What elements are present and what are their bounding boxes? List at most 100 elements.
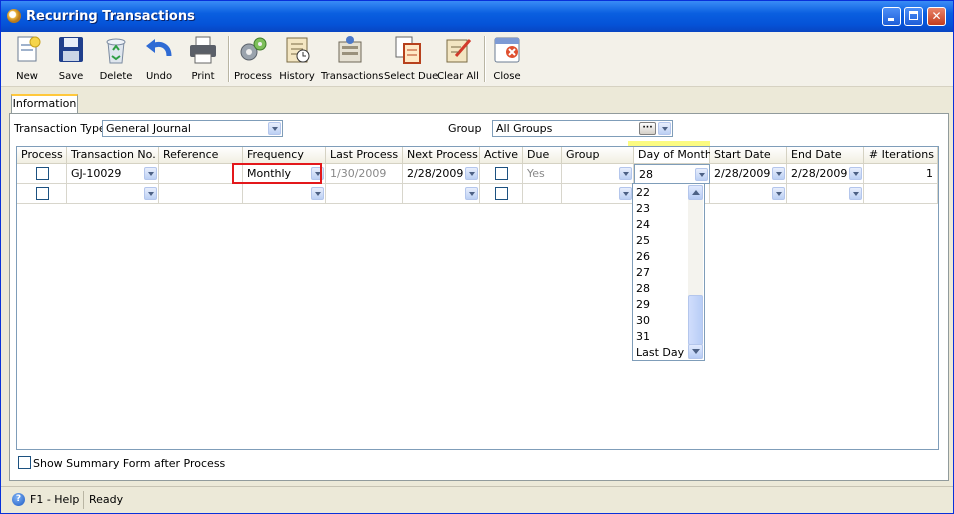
dropdown-option-last-day[interactable]: Last Day: [636, 346, 684, 359]
column-header-group[interactable]: Group: [562, 147, 634, 164]
printer-icon: [187, 34, 219, 66]
dropdown-option-26[interactable]: 26: [636, 250, 650, 263]
dropdown-option-27[interactable]: 27: [636, 266, 650, 279]
table-row-1-next-process[interactable]: 2/28/2009: [403, 164, 480, 184]
save-button[interactable]: Save: [51, 34, 91, 84]
chevron-down-icon[interactable]: [311, 187, 324, 200]
select-due-button[interactable]: Select Due: [384, 34, 438, 84]
column-header-active[interactable]: Active: [480, 147, 523, 164]
table-row-1-last-process: 1/30/2009: [326, 164, 403, 184]
transactions-button[interactable]: Transactions: [321, 34, 383, 84]
dropdown-option-28[interactable]: 28: [636, 282, 650, 295]
table-row-1-day-of-month[interactable]: 28: [634, 164, 710, 184]
dropdown-option-23[interactable]: 23: [636, 202, 650, 215]
table-row-2-end-date[interactable]: [787, 184, 864, 204]
select-due-icon: [392, 34, 424, 66]
maximize-button[interactable]: [904, 7, 923, 26]
chevron-down-icon[interactable]: [465, 167, 478, 180]
chevron-down-icon[interactable]: [268, 122, 281, 135]
chevron-down-icon[interactable]: [772, 167, 785, 180]
table-row-1-start-date[interactable]: 2/28/2009: [710, 164, 787, 184]
recurring-transactions-grid: Process Transaction No. Reference Freque…: [16, 146, 939, 450]
column-header-reference[interactable]: Reference: [159, 147, 243, 164]
scroll-thumb[interactable]: [688, 295, 703, 345]
column-header-day-of-month[interactable]: Day of Month: [634, 147, 712, 164]
tab-information[interactable]: Information: [11, 94, 78, 113]
chevron-down-icon[interactable]: [849, 187, 862, 200]
column-header-last-process[interactable]: Last Process: [326, 147, 403, 164]
close-button[interactable]: Close: [489, 34, 525, 84]
maximize-icon: [905, 8, 922, 25]
column-header-frequency[interactable]: Frequency: [243, 147, 326, 164]
dropdown-option-22[interactable]: 22: [636, 186, 650, 199]
day-of-month-dropdown[interactable]: 22 23 24 25 26 27 28 29 30 31 Last Day: [632, 183, 705, 361]
app-icon: [7, 9, 21, 23]
dropdown-option-25[interactable]: 25: [636, 234, 650, 247]
group-lookup-button[interactable]: ···: [639, 122, 656, 135]
scroll-up-icon[interactable]: [688, 185, 703, 200]
minimize-button[interactable]: [882, 7, 901, 26]
table-row-2-iterations[interactable]: [864, 184, 938, 204]
chevron-down-icon[interactable]: [695, 168, 708, 181]
table-row-2-reference[interactable]: [159, 184, 243, 204]
process-button[interactable]: Process: [232, 34, 274, 84]
clear-all-button[interactable]: Clear All: [437, 34, 479, 84]
chevron-down-icon[interactable]: [849, 167, 862, 180]
process-checkbox[interactable]: [36, 187, 49, 200]
window-title: Recurring Transactions: [26, 9, 195, 24]
table-row-1-end-date[interactable]: 2/28/2009: [787, 164, 864, 184]
table-row-1-reference[interactable]: [159, 164, 243, 184]
table-row-1-group[interactable]: [562, 164, 634, 184]
table-row-1-due: Yes: [523, 164, 562, 184]
dropdown-option-24[interactable]: 24: [636, 218, 650, 231]
frequency-highlight-outline: [232, 163, 322, 184]
table-row-1-iterations[interactable]: 1: [864, 164, 938, 184]
undo-button[interactable]: Undo: [141, 34, 177, 84]
show-summary-checkbox[interactable]: [18, 456, 31, 469]
undo-arrow-icon: [143, 34, 175, 66]
chevron-down-icon[interactable]: [772, 187, 785, 200]
new-button[interactable]: New: [6, 34, 48, 84]
column-header-iterations[interactable]: # Iterations: [864, 147, 938, 164]
active-checkbox[interactable]: [495, 167, 508, 180]
chevron-down-icon[interactable]: [144, 187, 157, 200]
history-button[interactable]: History: [277, 34, 317, 84]
active-checkbox[interactable]: [495, 187, 508, 200]
table-row-2-frequency[interactable]: [243, 184, 326, 204]
help-shortcut-text: F1 - Help: [30, 493, 80, 506]
table-row-2-due: [523, 184, 562, 204]
chevron-down-icon[interactable]: [144, 167, 157, 180]
dropdown-option-29[interactable]: 29: [636, 298, 650, 311]
chevron-down-icon[interactable]: [619, 167, 632, 180]
column-header-process[interactable]: Process: [17, 147, 67, 164]
chevron-down-icon[interactable]: [619, 187, 632, 200]
chevron-down-icon[interactable]: [465, 187, 478, 200]
chevron-down-icon[interactable]: [658, 122, 671, 135]
table-row-2-active: [480, 184, 523, 204]
print-button[interactable]: Print: [183, 34, 223, 84]
tab-strip: Information: [9, 92, 949, 114]
column-header-end-date[interactable]: End Date: [787, 147, 864, 164]
dropdown-option-31[interactable]: 31: [636, 330, 650, 343]
table-row-2-start-date[interactable]: [710, 184, 787, 204]
transaction-type-select[interactable]: General Journal: [102, 120, 283, 137]
process-checkbox[interactable]: [36, 167, 49, 180]
dropdown-option-30[interactable]: 30: [636, 314, 650, 327]
close-window-button[interactable]: ✕: [927, 7, 946, 26]
column-header-start-date[interactable]: Start Date: [710, 147, 787, 164]
column-header-transaction-no[interactable]: Transaction No.: [67, 147, 159, 164]
title-bar[interactable]: Recurring Transactions ✕: [1, 1, 953, 32]
table-row-2-group[interactable]: [562, 184, 634, 204]
group-select[interactable]: All Groups ···: [492, 120, 673, 137]
column-header-next-process[interactable]: Next Process: [403, 147, 480, 164]
delete-button[interactable]: Delete: [94, 34, 138, 84]
table-row-1-transaction-no[interactable]: GJ-10029: [67, 164, 159, 184]
scroll-down-icon[interactable]: [688, 344, 703, 359]
recurring-transactions-window: Recurring Transactions ✕ New Save Delete: [0, 0, 954, 514]
column-header-due[interactable]: Due: [523, 147, 562, 164]
table-row-2-transaction-no[interactable]: [67, 184, 159, 204]
transaction-type-label: Transaction Type: [14, 122, 106, 135]
dropdown-scrollbar[interactable]: [688, 185, 703, 359]
table-row-2-next-process[interactable]: [403, 184, 480, 204]
help-icon[interactable]: ?: [12, 493, 25, 506]
